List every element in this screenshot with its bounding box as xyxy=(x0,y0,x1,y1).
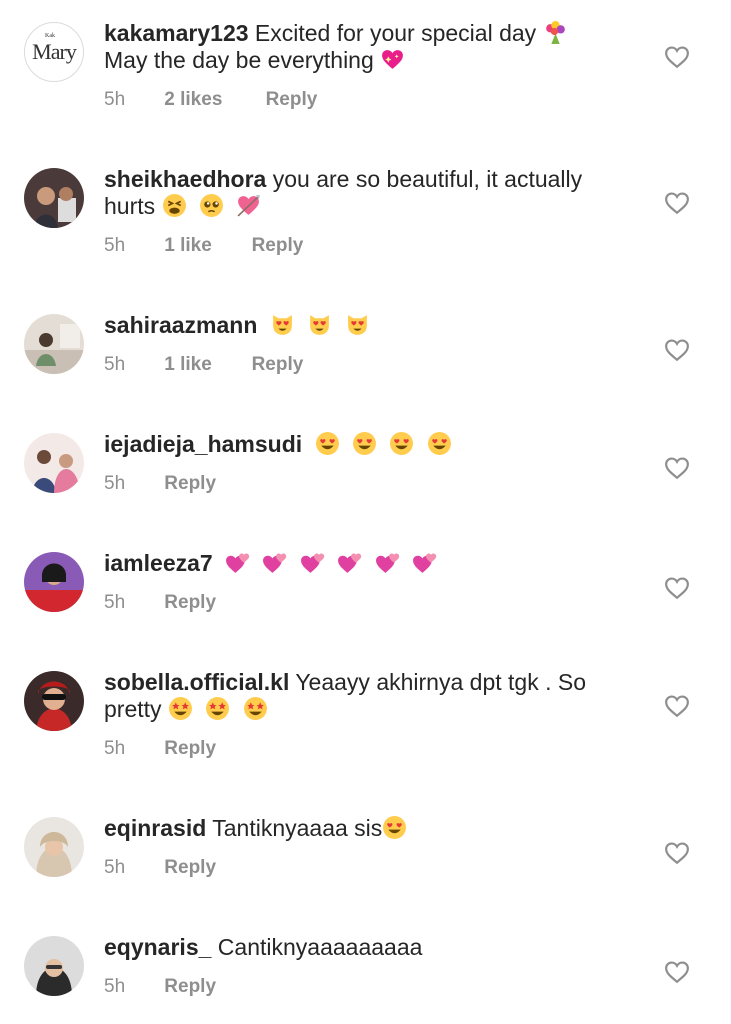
avatar[interactable] xyxy=(24,433,84,493)
comment-body-line2: May the day be everything xyxy=(104,47,374,73)
star-struck-emoji xyxy=(206,697,230,720)
comment-text: eqynaris_ Cantiknyaaaaaaaaa xyxy=(104,934,644,961)
two-hearts-emoji xyxy=(375,553,399,573)
like-heart-icon[interactable] xyxy=(664,45,690,69)
sparkling-heart-emoji xyxy=(382,50,404,69)
comment-time: 5h xyxy=(104,976,126,997)
heart-eyes-emoji xyxy=(390,432,414,455)
comment-meta: 5h Reply xyxy=(104,976,216,998)
heart-eyes-emoji xyxy=(427,432,451,455)
two-hearts-emoji xyxy=(300,553,325,573)
heart-eyes-emoji xyxy=(315,432,339,455)
comment-time: 5h xyxy=(104,738,126,759)
comment-text: sobella.official.kl Yeaayy akhirnya dpt … xyxy=(104,669,644,723)
comment-likes[interactable]: 2 likes xyxy=(164,89,260,111)
star-struck-emoji xyxy=(243,697,267,720)
comment-username[interactable]: sobella.official.kl xyxy=(104,669,289,695)
comment-body: Cantiknyaaaaaaaaa xyxy=(217,934,423,960)
comment-username[interactable]: sahiraazmann xyxy=(104,312,257,338)
comment-time: 5h xyxy=(104,592,126,613)
comment-text: iejadieja_hamsudi xyxy=(104,431,644,458)
like-heart-icon[interactable] xyxy=(664,841,690,865)
comment-meta: 5h Reply xyxy=(104,592,216,614)
heart-with-arrow-emoji xyxy=(237,195,261,217)
comment-body: you are so beautiful, it actually xyxy=(272,166,583,192)
comment-text: eqinrasid Tantiknyaaaa sis xyxy=(104,815,644,842)
comment-username[interactable]: sheikhaedhora xyxy=(104,166,266,192)
comment-body: Yeaayy akhirnya dpt tgk . So xyxy=(295,669,586,695)
reply-button[interactable]: Reply xyxy=(164,592,216,614)
pleading-face-emoji xyxy=(199,194,223,217)
reply-button[interactable]: Reply xyxy=(164,738,216,760)
avatar[interactable]: Kak Mary xyxy=(24,22,84,82)
comment-text: iamleeza7 xyxy=(104,550,644,577)
reply-button[interactable]: Reply xyxy=(266,89,318,111)
comment-time: 5h xyxy=(104,354,126,375)
avatar-logo-text: Mary xyxy=(32,39,77,64)
comment-time: 5h xyxy=(104,473,126,494)
star-struck-emoji xyxy=(168,697,192,720)
comment-username[interactable]: eqynaris_ xyxy=(104,934,211,960)
bouquet-emoji xyxy=(545,21,565,44)
comment-body: Excited for your special day xyxy=(254,20,537,46)
heart-eyes-emoji xyxy=(383,816,407,839)
like-heart-icon[interactable] xyxy=(664,576,690,600)
like-heart-icon[interactable] xyxy=(664,960,690,984)
tired-face-emoji xyxy=(162,194,186,217)
comment-username[interactable]: iejadieja_hamsudi xyxy=(104,431,302,457)
comment-time: 5h xyxy=(104,89,126,110)
reply-button[interactable]: Reply xyxy=(164,473,216,495)
avatar[interactable] xyxy=(24,314,84,374)
comment-time: 5h xyxy=(104,857,126,878)
like-heart-icon[interactable] xyxy=(664,338,690,362)
comment-body: Tantiknyaaaa sis xyxy=(212,815,383,841)
reply-button[interactable]: Reply xyxy=(164,857,216,879)
avatar[interactable] xyxy=(24,168,84,228)
comment-text: sahiraazmann xyxy=(104,312,644,339)
comment-meta: 5h Reply xyxy=(104,738,216,760)
comment-time: 5h xyxy=(104,235,126,256)
comment-username[interactable]: iamleeza7 xyxy=(104,550,213,576)
comment-body-line2: hurts xyxy=(104,193,156,219)
comment-username[interactable]: kakamary123 xyxy=(104,20,249,46)
comment-meta: 5h 2 likes Reply xyxy=(104,89,317,111)
like-heart-icon[interactable] xyxy=(664,456,690,480)
reply-button[interactable]: Reply xyxy=(164,976,216,998)
heart-eyes-cat-emoji xyxy=(347,315,367,335)
reply-button[interactable]: Reply xyxy=(252,354,304,376)
avatar[interactable] xyxy=(24,671,84,731)
avatar[interactable] xyxy=(24,552,84,612)
heart-eyes-cat-emoji xyxy=(310,315,330,335)
comment-meta: 5h Reply xyxy=(104,857,216,879)
comment-meta: 5h 1 like Reply xyxy=(104,235,303,257)
avatar[interactable] xyxy=(24,936,84,996)
two-hearts-emoji xyxy=(263,553,287,573)
comment-username[interactable]: eqinrasid xyxy=(104,815,206,841)
avatar[interactable] xyxy=(24,817,84,877)
two-hearts-emoji xyxy=(338,553,362,573)
two-hearts-emoji xyxy=(226,553,250,573)
heart-eyes-emoji xyxy=(352,432,376,455)
heart-eyes-cat-emoji xyxy=(272,315,292,335)
like-heart-icon[interactable] xyxy=(664,694,690,718)
comment-text: kakamary123 Excited for your special day… xyxy=(104,20,644,74)
two-hearts-emoji xyxy=(413,553,437,573)
comment-likes[interactable]: 1 like xyxy=(164,235,246,257)
like-heart-icon[interactable] xyxy=(664,191,690,215)
comment-meta: 5h Reply xyxy=(104,473,216,495)
comment-meta: 5h 1 like Reply xyxy=(104,354,303,376)
comment-likes[interactable]: 1 like xyxy=(164,354,246,376)
comment-text: sheikhaedhora you are so beautiful, it a… xyxy=(104,166,644,220)
comment-body-line2: pretty xyxy=(104,696,162,722)
reply-button[interactable]: Reply xyxy=(252,235,304,257)
